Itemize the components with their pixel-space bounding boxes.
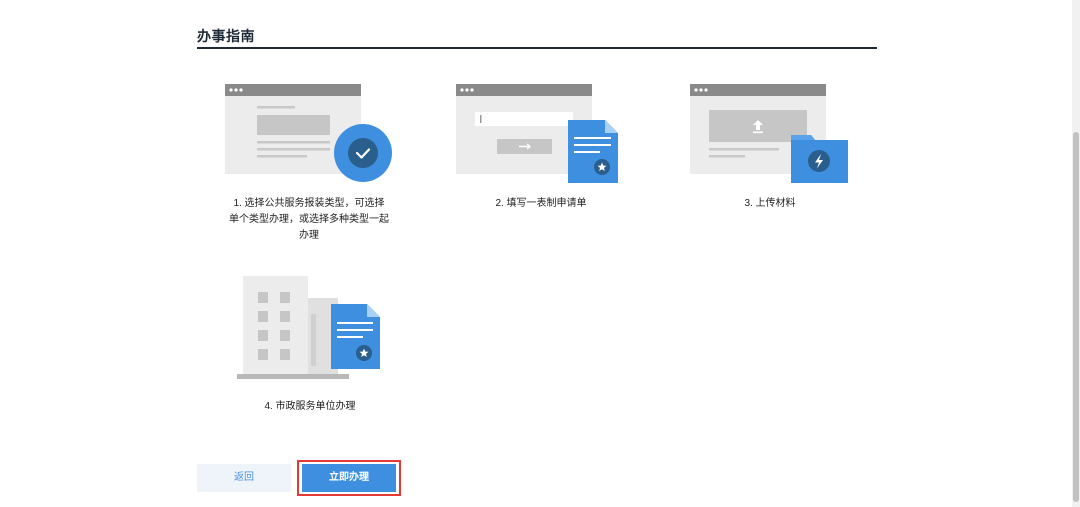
scrollbar-thumb[interactable]	[1073, 132, 1079, 502]
browser-upload-illustration	[690, 84, 848, 183]
back-button[interactable]: 返回	[197, 464, 291, 492]
section-title: 办事指南	[197, 28, 255, 44]
browser-form-illustration	[456, 84, 618, 183]
step-1-caption: 1. 选择公共服务报装类型，可选择单个类型办理，或选择多种类型一起办理	[229, 198, 389, 241]
step-2-caption: 2. 填写一表制申请单	[495, 198, 587, 209]
page-scrollbar[interactable]	[1072, 0, 1080, 507]
browser-check-illustration	[225, 84, 392, 182]
start-now-button[interactable]: 立即办理	[302, 464, 396, 492]
building-document-illustration	[237, 276, 380, 379]
title-divider	[197, 47, 877, 49]
step-3-caption: 3. 上传材料	[744, 198, 796, 209]
step-4-caption: 4. 市政服务单位办理	[264, 401, 356, 412]
